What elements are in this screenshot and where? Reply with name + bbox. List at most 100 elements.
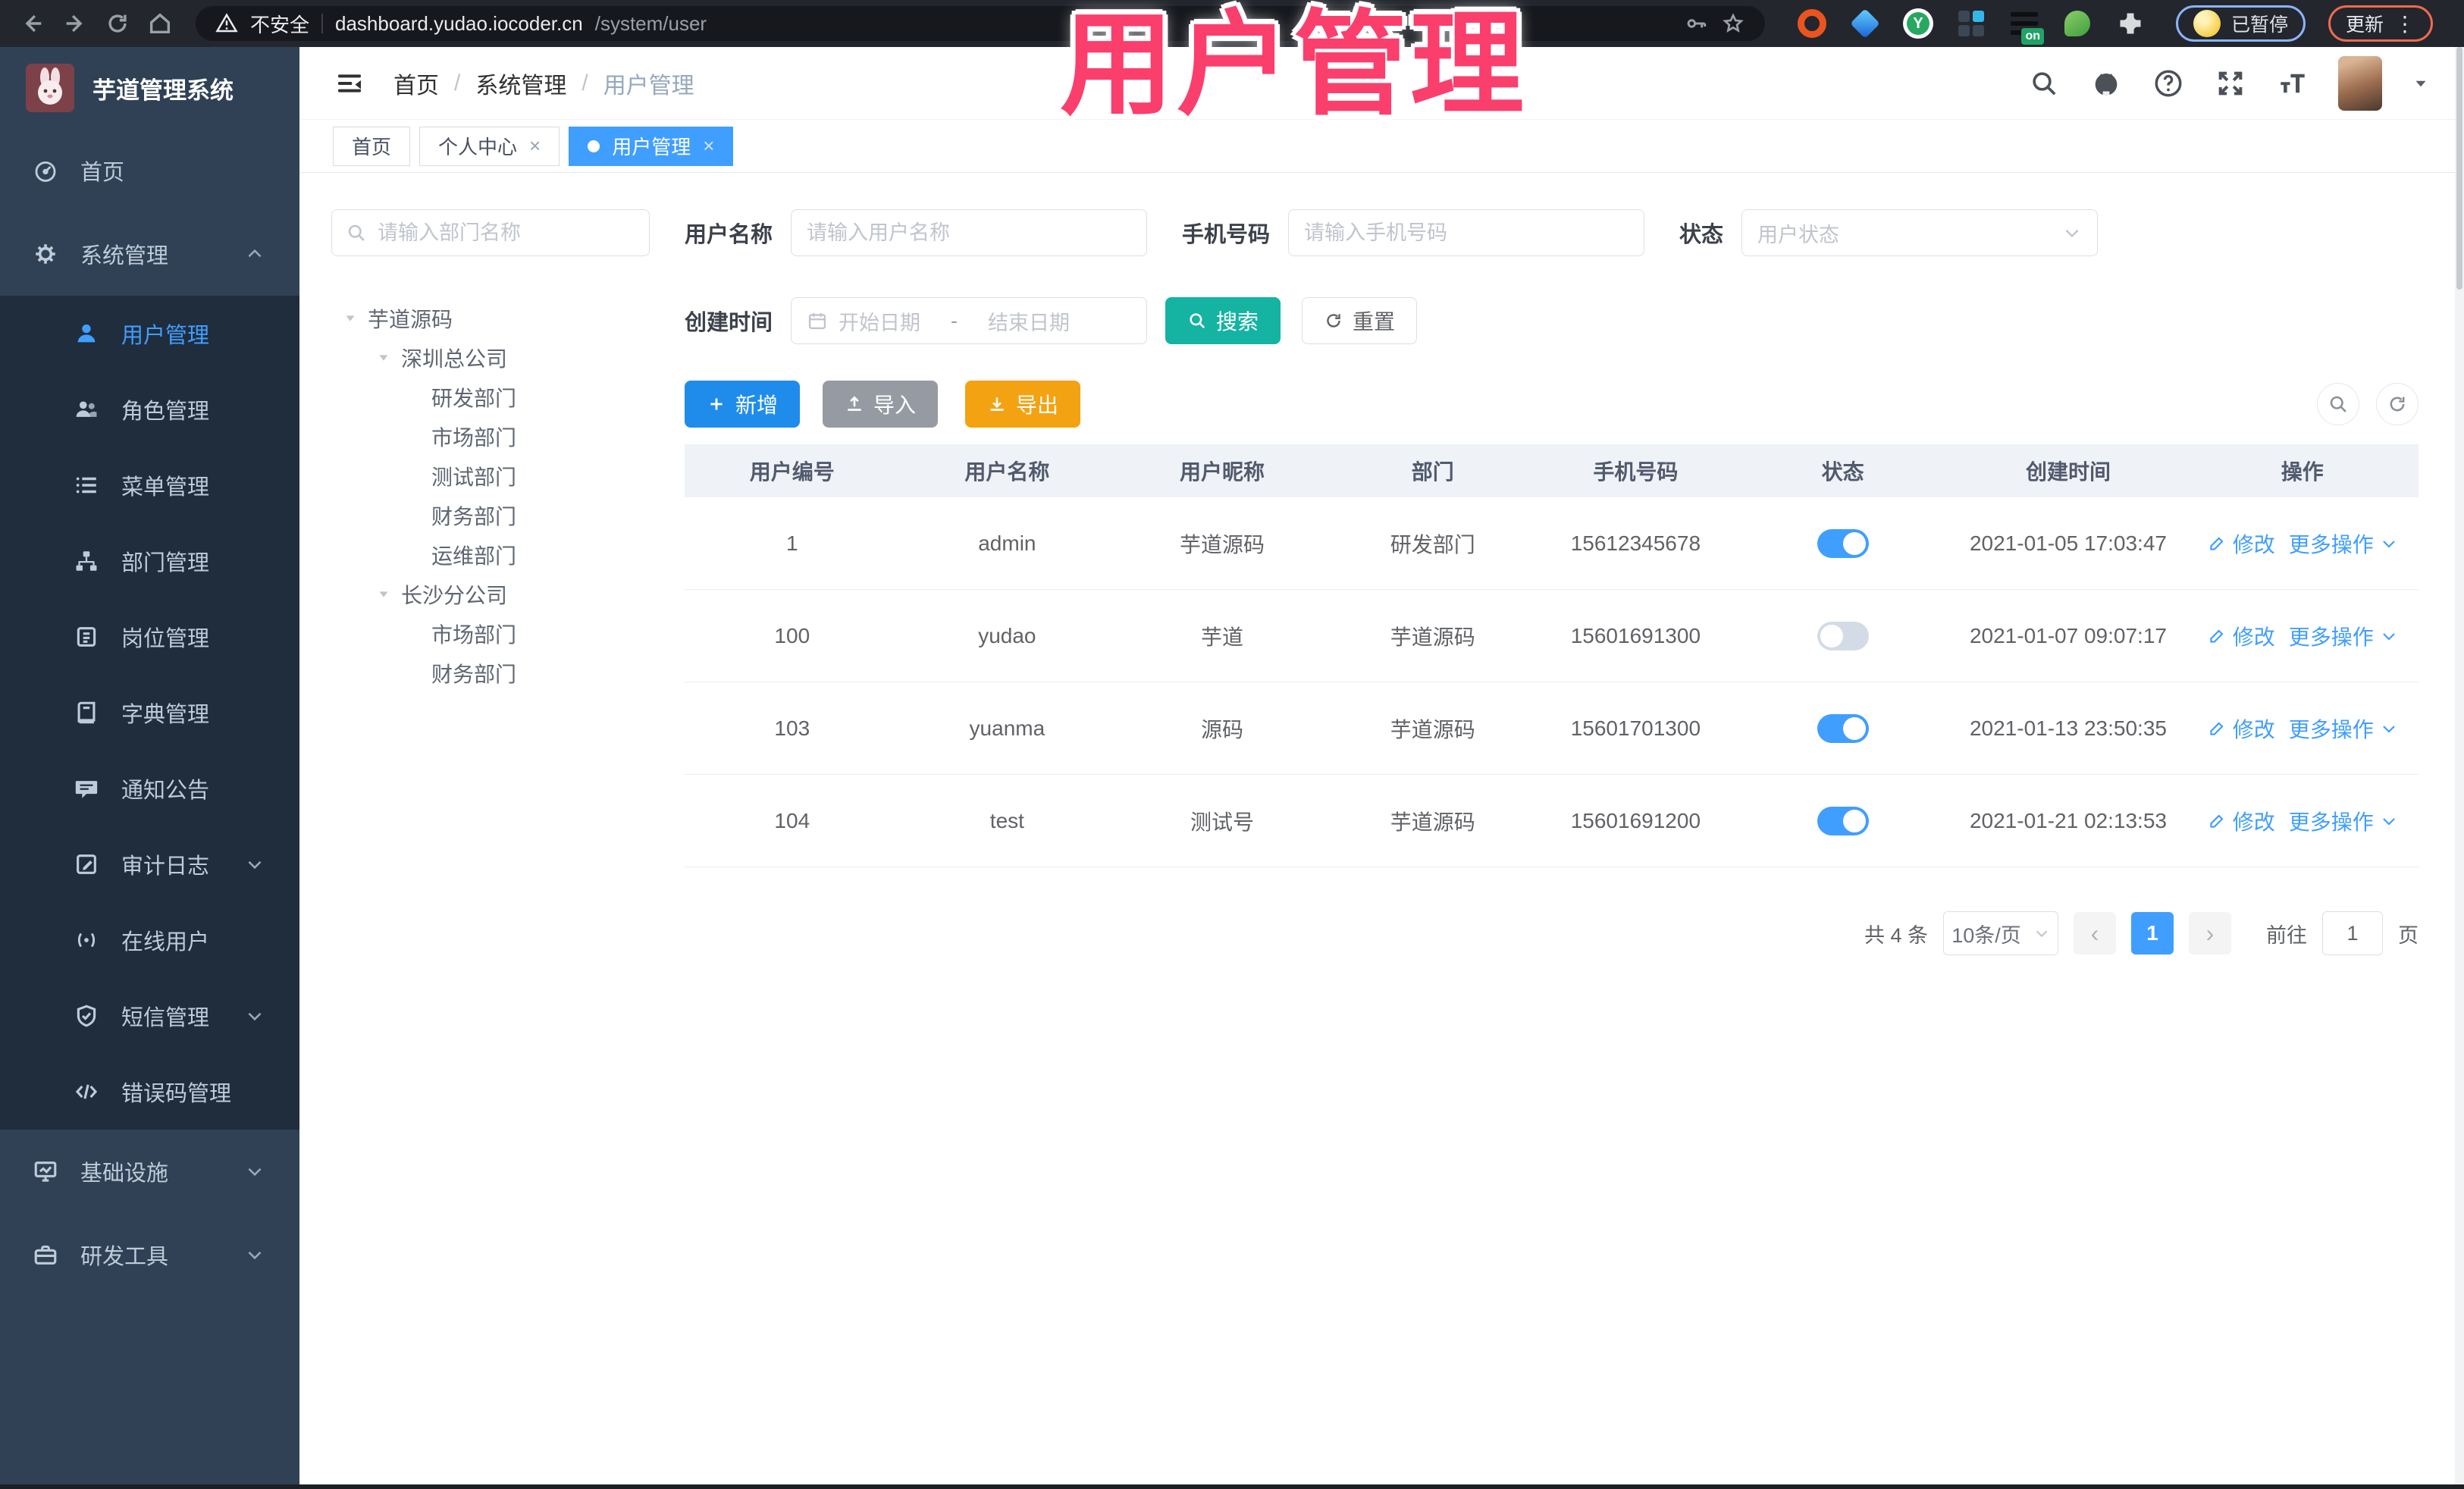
tab-profile[interactable]: 个人中心 × [419, 126, 560, 166]
reset-button[interactable]: 重置 [1302, 297, 1418, 344]
announcement-icon [73, 775, 100, 802]
search-button[interactable]: 搜索 [1165, 297, 1281, 344]
more-actions-link[interactable]: 更多操作 [2289, 528, 2398, 559]
refresh-button[interactable] [2376, 383, 2419, 425]
mobile-field: 手机号码 [1182, 209, 1645, 256]
sidebar-item-system[interactable]: 系统管理 [0, 212, 299, 296]
sidebar-item-notices[interactable]: 通知公告 [0, 751, 299, 826]
back-icon[interactable] [15, 6, 50, 41]
current-page-button[interactable]: 1 [2131, 912, 2174, 955]
status-toggle[interactable] [1817, 806, 1869, 835]
scrollbar-thumb[interactable] [2456, 47, 2462, 290]
home-icon[interactable] [143, 6, 177, 41]
sidebar-item-error-codes[interactable]: 错误码管理 [0, 1054, 299, 1130]
page-scrollbar[interactable] [2455, 47, 2464, 1484]
tree-node[interactable]: 芋道源码 [331, 299, 659, 338]
avatar-caret-icon[interactable] [2411, 74, 2431, 93]
breadcrumb-home[interactable]: 首页 [393, 67, 439, 100]
status-toggle[interactable] [1817, 713, 1869, 743]
tree-node[interactable]: 深圳总公司 [331, 338, 659, 378]
sidebar-item-users[interactable]: 用户管理 [0, 296, 299, 371]
date-start-placeholder: 开始日期 [839, 311, 921, 334]
extensions-puzzle-icon[interactable] [2114, 7, 2147, 40]
edit-link[interactable]: 修改 [2207, 806, 2275, 836]
dept-search-input[interactable] [378, 221, 635, 245]
next-page-button[interactable]: › [2189, 912, 2231, 955]
ext-gem-icon[interactable] [1848, 7, 1882, 40]
import-button[interactable]: 导入 [823, 381, 939, 428]
tree-caret-icon[interactable] [342, 310, 359, 327]
sidebar-item-dict[interactable]: 字典管理 [0, 675, 299, 751]
prev-page-button[interactable]: ‹ [2074, 912, 2116, 955]
edit-link[interactable]: 修改 [2207, 621, 2275, 651]
tree-node[interactable]: 市场部门 [331, 614, 659, 654]
goto-page-input[interactable] [2322, 911, 2383, 955]
sidebar-toggle-icon[interactable] [333, 67, 366, 100]
tree-caret-icon[interactable] [375, 350, 392, 366]
user-table: 用户编号 用户名称 用户昵称 部门 手机号码 状态 创建时间 操作 1 admi… [685, 444, 2419, 867]
sidebar-item-home[interactable]: 首页 [0, 129, 299, 212]
close-icon[interactable]: × [529, 134, 541, 158]
tree-node[interactable]: 运维部门 [331, 535, 659, 575]
forward-icon[interactable] [58, 6, 92, 41]
export-button[interactable]: 导出 [965, 381, 1081, 428]
status-toggle[interactable] [1817, 621, 1869, 650]
tree-caret-icon[interactable] [375, 586, 392, 603]
fullscreen-icon[interactable] [2214, 67, 2247, 100]
user-avatar[interactable] [2338, 55, 2382, 111]
sidebar-item-dev-tools[interactable]: 研发工具 [0, 1213, 299, 1296]
url-bar[interactable]: 不安全 dashboard.yudao.iocoder.cn/system/us… [196, 6, 1765, 41]
tree-node[interactable]: 财务部门 [331, 496, 659, 535]
more-actions-link[interactable]: 更多操作 [2289, 713, 2398, 744]
tree-node[interactable]: 研发部门 [331, 378, 659, 417]
sidebar-item-online-users[interactable]: 在线用户 [0, 902, 299, 978]
github-icon[interactable] [2089, 67, 2123, 100]
more-actions-link[interactable]: 更多操作 [2289, 621, 2398, 651]
ext-grid-icon[interactable] [1955, 7, 1988, 40]
status-toggle[interactable] [1817, 528, 1869, 558]
password-key-icon[interactable] [1685, 11, 1709, 36]
more-actions-link[interactable]: 更多操作 [2289, 806, 2398, 836]
tree-node[interactable]: 市场部门 [331, 417, 659, 456]
font-size-icon[interactable] [2276, 67, 2309, 100]
page-size-select[interactable]: 10条/页 [1943, 911, 2058, 955]
ext-on-badge-icon[interactable]: on [2008, 7, 2044, 45]
sidebar-item-audit-log[interactable]: 审计日志 [0, 826, 299, 902]
tree-node[interactable]: 财务部门 [331, 654, 659, 693]
close-icon[interactable]: × [703, 134, 714, 158]
breadcrumb-system[interactable]: 系统管理 [475, 67, 566, 100]
sidebar-item-infrastructure[interactable]: 基础设施 [0, 1130, 299, 1213]
tree-node[interactable]: 测试部门 [331, 456, 659, 496]
browser-menu-icon[interactable]: ⋮ [2394, 11, 2415, 36]
add-button[interactable]: 新增 [685, 381, 801, 428]
ext-leaf-icon[interactable] [2061, 7, 2094, 40]
sidebar-item-posts[interactable]: 岗位管理 [0, 599, 299, 675]
username-input[interactable] [807, 221, 1132, 245]
sidebar-item-roles[interactable]: 角色管理 [0, 371, 299, 447]
mobile-input[interactable] [1304, 221, 1629, 245]
tab-user-management[interactable]: 用户管理 × [569, 126, 734, 166]
screen: 不安全 dashboard.yudao.iocoder.cn/system/us… [0, 0, 2464, 1489]
help-icon[interactable] [2152, 67, 2185, 100]
created-label: 创建时间 [685, 311, 773, 335]
edit-link[interactable]: 修改 [2207, 713, 2275, 744]
date-range-picker[interactable]: 开始日期 - 结束日期 [791, 297, 1148, 344]
profile-chip[interactable]: 已暂停 [2176, 5, 2306, 42]
not-secure-icon [215, 12, 238, 35]
edit-link[interactable]: 修改 [2207, 528, 2275, 559]
toggle-search-button[interactable] [2317, 383, 2359, 425]
sidebar-item-menus[interactable]: 菜单管理 [0, 447, 299, 523]
tree-node[interactable]: 长沙分公司 [331, 575, 659, 614]
bookmark-star-icon[interactable] [1721, 11, 1745, 36]
search-icon [346, 222, 367, 243]
sidebar-item-sms[interactable]: 短信管理 [0, 978, 299, 1054]
status-select[interactable]: 用户状态 [1741, 209, 2099, 256]
app-logo[interactable]: 芋道管理系统 [0, 47, 299, 129]
search-icon[interactable] [2027, 67, 2061, 100]
sidebar-item-departments[interactable]: 部门管理 [0, 523, 299, 599]
tab-home[interactable]: 首页 [333, 126, 411, 166]
ext-green-circle-icon[interactable]: Y [1901, 7, 1935, 40]
ext-ubuntu-icon[interactable] [1795, 7, 1829, 40]
update-chip[interactable]: 更新 ⋮ [2328, 5, 2434, 42]
reload-icon[interactable] [100, 6, 135, 41]
